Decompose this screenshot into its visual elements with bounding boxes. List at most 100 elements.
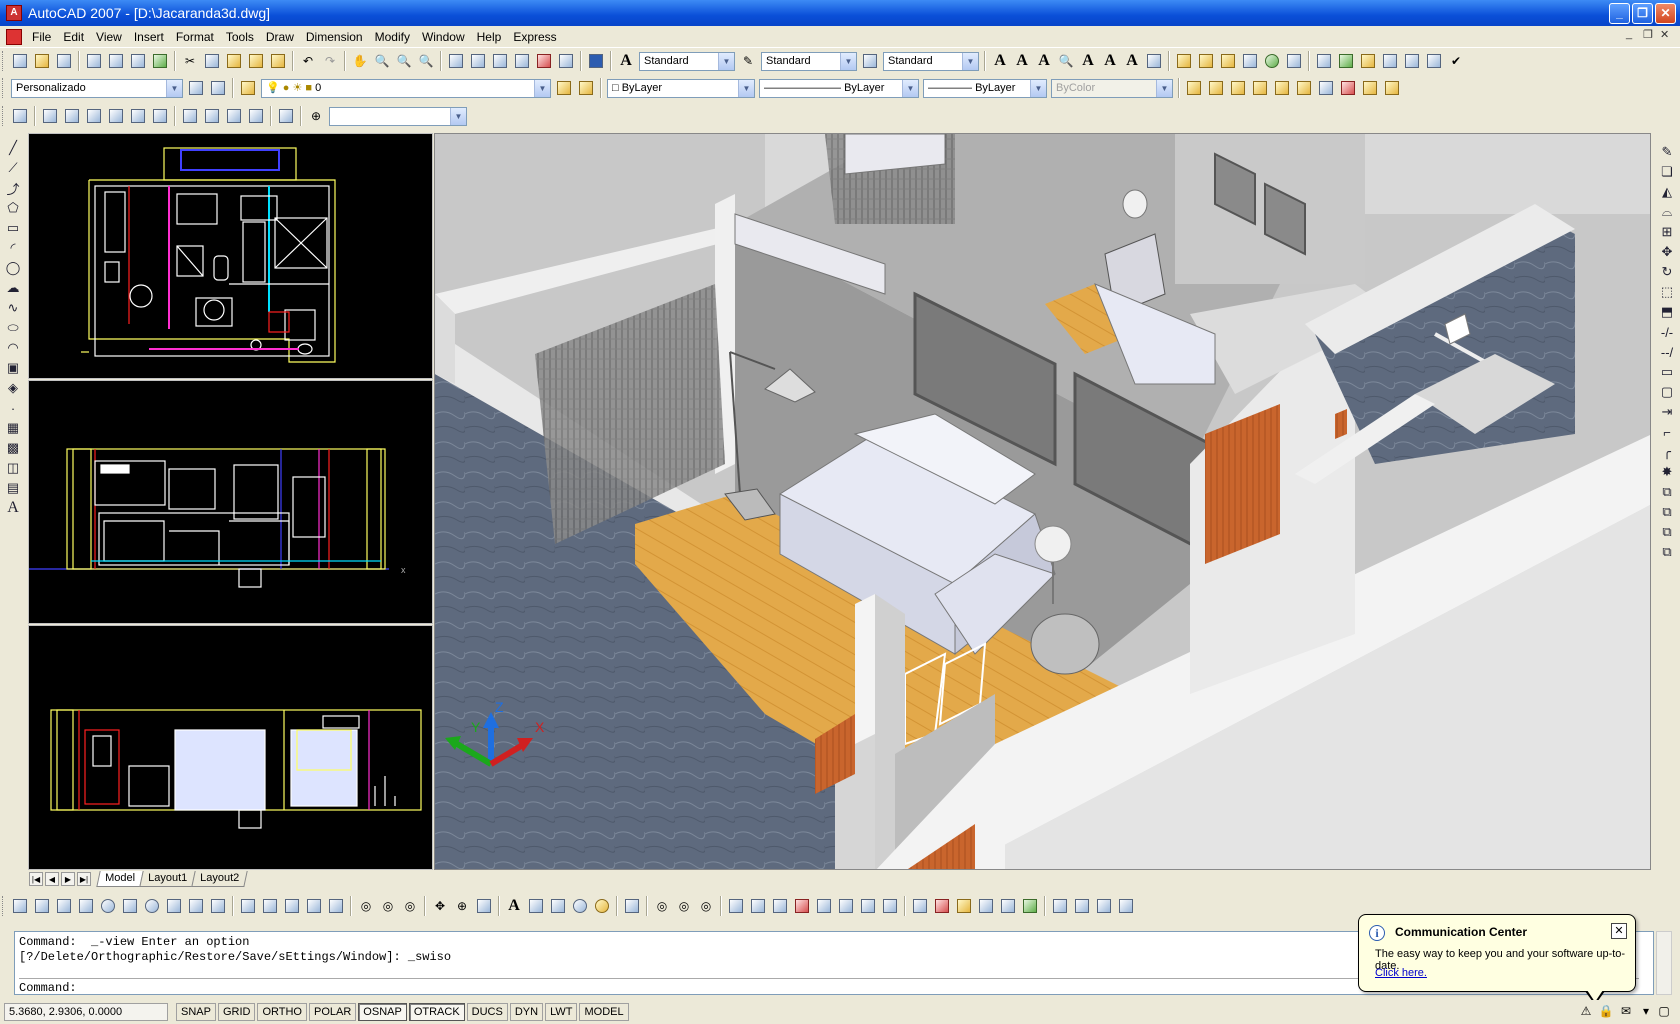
communication-center-icon[interactable]: ✉ bbox=[1618, 1003, 1634, 1019]
menu-window[interactable]: Window bbox=[416, 26, 471, 48]
wedge-icon[interactable] bbox=[54, 896, 74, 916]
se-iso-icon[interactable] bbox=[202, 106, 222, 126]
extrude-faces-icon[interactable] bbox=[726, 896, 746, 916]
dyn-toggle[interactable]: DYN bbox=[509, 1003, 544, 1021]
copy-object-icon[interactable]: ❏ bbox=[1658, 163, 1676, 181]
polysolid-icon[interactable] bbox=[10, 896, 30, 916]
layer-tool-8-icon[interactable] bbox=[1338, 78, 1358, 98]
clean-screen-icon[interactable]: ▢ bbox=[1656, 1003, 1672, 1019]
layer-tool-4-icon[interactable] bbox=[1250, 78, 1270, 98]
viewport-top-plan[interactable] bbox=[28, 133, 433, 379]
torus-icon[interactable] bbox=[142, 896, 162, 916]
layer-tool-3-icon[interactable] bbox=[1228, 78, 1248, 98]
toolbar-grip[interactable] bbox=[2, 51, 5, 71]
render-icon[interactable] bbox=[1424, 51, 1444, 71]
menu-view[interactable]: View bbox=[90, 26, 128, 48]
loft-icon[interactable] bbox=[326, 896, 346, 916]
osnap-toggle[interactable]: OSNAP bbox=[358, 1003, 407, 1021]
zoom-realtime-icon[interactable]: 🔍 bbox=[372, 51, 392, 71]
imprint-icon[interactable] bbox=[954, 896, 974, 916]
layer-tool-7-icon[interactable] bbox=[1316, 78, 1336, 98]
bottom-view-icon[interactable] bbox=[62, 106, 82, 126]
move-icon[interactable]: ✥ bbox=[1658, 243, 1676, 261]
justify-text-icon[interactable]: A bbox=[1122, 51, 1142, 71]
doc-restore-button[interactable]: ❐ bbox=[1643, 28, 1653, 41]
arc-icon[interactable]: ◜ bbox=[4, 239, 22, 257]
tool-palettes-icon[interactable] bbox=[490, 51, 510, 71]
text-fit-icon[interactable] bbox=[1144, 51, 1164, 71]
camera-view-icon[interactable] bbox=[276, 106, 296, 126]
balloon-close-button[interactable]: ✕ bbox=[1611, 923, 1627, 939]
planar-surface-icon[interactable] bbox=[208, 896, 228, 916]
edit-text-icon[interactable]: A bbox=[1034, 51, 1054, 71]
bring-above-icon[interactable]: ⧉ bbox=[1658, 543, 1676, 561]
layer-previous-icon[interactable] bbox=[576, 78, 596, 98]
first-tab-button[interactable]: |◀ bbox=[29, 872, 43, 886]
shell-icon[interactable] bbox=[1020, 896, 1040, 916]
circle-icon[interactable]: ◯ bbox=[4, 259, 22, 277]
status-menu-icon[interactable]: ▾ bbox=[1638, 1003, 1654, 1019]
layer-walk-icon[interactable] bbox=[1240, 51, 1260, 71]
line-icon[interactable]: ╱ bbox=[4, 139, 22, 157]
conceptual-icon[interactable] bbox=[592, 896, 612, 916]
delete-faces-icon[interactable] bbox=[792, 896, 812, 916]
prev-tab-button[interactable]: ◀ bbox=[45, 872, 59, 886]
presspull-icon[interactable] bbox=[260, 896, 280, 916]
design-center-icon[interactable] bbox=[468, 51, 488, 71]
coordinate-readout[interactable]: 5.3680, 2.9306, 0.0000 bbox=[4, 1003, 168, 1021]
find-text-icon[interactable]: 🔍 bbox=[1056, 51, 1076, 71]
copy-faces-icon[interactable] bbox=[858, 896, 878, 916]
viewport-sw-isometric[interactable]: Z Y X bbox=[434, 133, 1651, 870]
sheet-set-icon[interactable] bbox=[512, 51, 532, 71]
menu-edit[interactable]: Edit bbox=[57, 26, 90, 48]
spell-icon[interactable]: A bbox=[1078, 51, 1098, 71]
solidedit-union-icon[interactable]: ◎ bbox=[652, 896, 672, 916]
insert-block-icon[interactable]: ▣ bbox=[4, 359, 22, 377]
doc-close-button[interactable]: ✕ bbox=[1660, 28, 1669, 41]
right-view-icon[interactable] bbox=[106, 106, 126, 126]
3d-rotate-icon[interactable]: ⊕ bbox=[452, 896, 472, 916]
text-style-icon[interactable]: A bbox=[616, 51, 636, 71]
extend-icon[interactable]: --/ bbox=[1658, 343, 1676, 361]
solidedit-intersect-icon[interactable]: ◎ bbox=[696, 896, 716, 916]
plot-icon[interactable] bbox=[84, 51, 104, 71]
mtext-3d-icon[interactable]: A bbox=[504, 896, 524, 916]
tab-model[interactable]: Model bbox=[96, 871, 144, 887]
ellipse-icon[interactable]: ⬭ bbox=[4, 319, 22, 337]
menu-draw[interactable]: Draw bbox=[260, 26, 300, 48]
walk-icon[interactable] bbox=[1072, 896, 1092, 916]
paste-icon[interactable] bbox=[224, 51, 244, 71]
layer-tool-5-icon[interactable] bbox=[1272, 78, 1292, 98]
check-icon[interactable]: ✔ bbox=[1446, 51, 1466, 71]
properties-icon[interactable] bbox=[446, 51, 466, 71]
model-toggle[interactable]: MODEL bbox=[579, 1003, 629, 1021]
array-icon[interactable]: ⊞ bbox=[1658, 223, 1676, 241]
fly-icon[interactable] bbox=[1094, 896, 1114, 916]
polygon-icon[interactable]: ⬠ bbox=[4, 199, 22, 217]
color-faces-icon[interactable] bbox=[880, 896, 900, 916]
make-block-icon[interactable]: ◈ bbox=[4, 379, 22, 397]
table-style-icon[interactable] bbox=[860, 51, 880, 71]
layer-tool-10-icon[interactable] bbox=[1382, 78, 1402, 98]
point-icon[interactable]: · bbox=[4, 399, 22, 417]
ducs-toggle[interactable]: DUCS bbox=[466, 1003, 508, 1021]
save-icon[interactable] bbox=[54, 51, 74, 71]
linetype-select[interactable]: ——————— ByLayer ▼ bbox=[759, 78, 919, 98]
text-icon[interactable]: A bbox=[990, 51, 1010, 71]
color-select[interactable]: □ ByLayer ▼ bbox=[607, 78, 755, 98]
bring-front-icon[interactable]: ⧉ bbox=[1658, 503, 1676, 521]
ucs-icon[interactable]: ⊕ bbox=[306, 106, 326, 126]
pyramid-icon[interactable] bbox=[164, 896, 184, 916]
undo-icon[interactable]: ↶ bbox=[298, 51, 318, 71]
polyline-icon[interactable]: ⤴ bbox=[4, 179, 22, 197]
taper-faces-icon[interactable] bbox=[836, 896, 856, 916]
scale-icon[interactable]: ⬚ bbox=[1658, 283, 1676, 301]
send-back-icon[interactable]: ⧉ bbox=[1658, 523, 1676, 541]
rotate-faces-icon[interactable] bbox=[814, 896, 834, 916]
menu-file[interactable]: File bbox=[26, 26, 57, 48]
minimize-button[interactable]: _ bbox=[1609, 3, 1630, 24]
layer-states-icon[interactable] bbox=[1174, 51, 1194, 71]
polar-toggle[interactable]: POLAR bbox=[309, 1003, 357, 1021]
help-icon[interactable] bbox=[586, 51, 606, 71]
tab-layout2[interactable]: Layout2 bbox=[191, 871, 248, 887]
